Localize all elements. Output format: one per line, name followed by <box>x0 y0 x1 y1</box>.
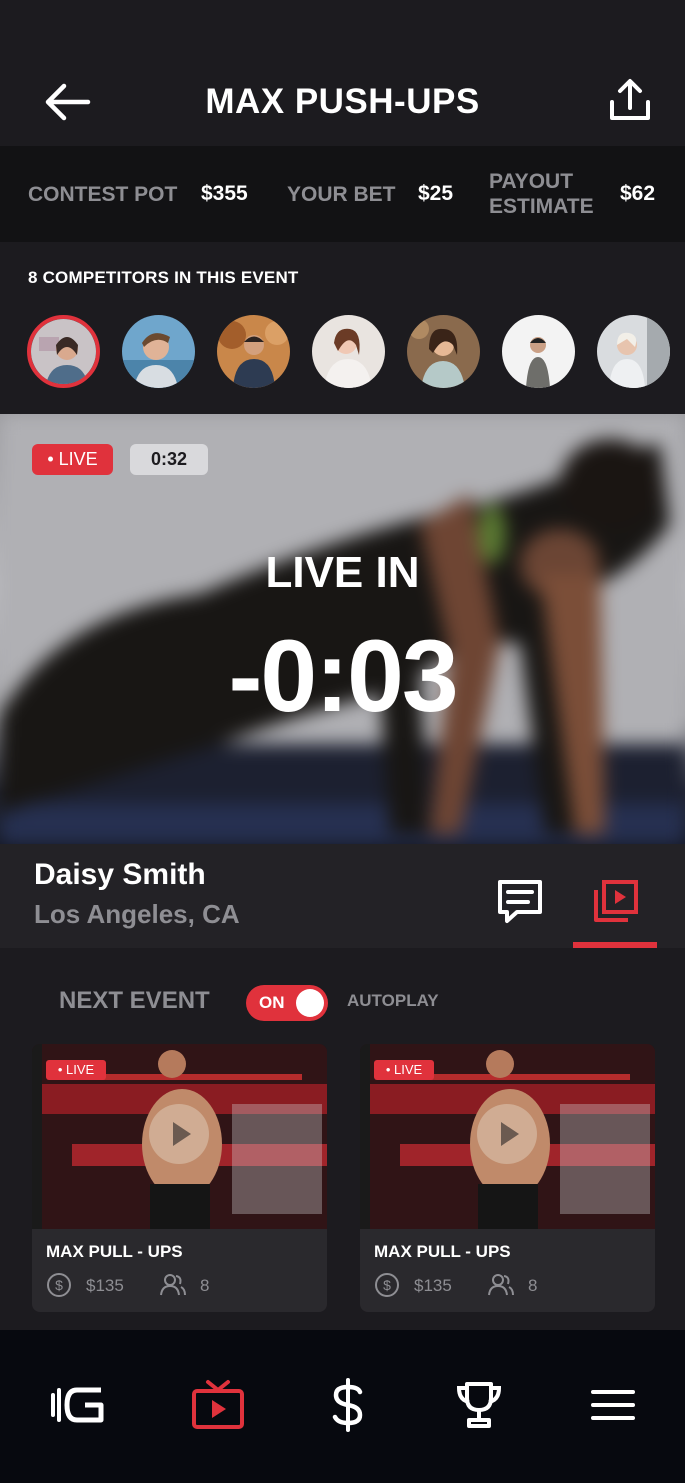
trophy-icon <box>456 1382 502 1428</box>
countdown-timer: -0:03 <box>228 619 458 733</box>
dollar-coin-icon: $ <box>375 1273 399 1297</box>
event-card[interactable]: • LIVE MAX PULL - UPS $ $135 8 <box>32 1044 327 1312</box>
nav-live-tv[interactable] <box>188 1378 248 1432</box>
your-bet-value: $25 <box>418 182 454 205</box>
dollar-icon <box>332 1378 363 1432</box>
avatar[interactable] <box>27 315 100 388</box>
toggle-state: ON <box>259 993 285 1012</box>
event-title: MAX PULL - UPS <box>374 1242 511 1261</box>
avatar-photo <box>407 315 480 388</box>
page-title: MAX PUSH-UPS <box>205 82 480 121</box>
avatar[interactable] <box>122 315 195 388</box>
avatar[interactable] <box>312 315 385 388</box>
logo-icon <box>51 1387 104 1423</box>
athlete-location: Los Angeles, CA <box>34 899 240 929</box>
play-button[interactable] <box>477 1104 537 1164</box>
contest-pot-value: $355 <box>201 182 248 205</box>
payout-value: $62 <box>620 182 656 205</box>
card-live-badge: • LIVE <box>46 1060 106 1080</box>
contest-pot-label: CONTEST POT <box>28 183 178 206</box>
competitors-title: 8 COMPETITORS IN THIS EVENT <box>28 268 299 287</box>
video-list-button[interactable] <box>590 876 642 926</box>
avatar[interactable] <box>217 315 290 388</box>
your-bet-label: YOUR BET <box>287 183 396 206</box>
nav-home-logo[interactable] <box>47 1378 107 1432</box>
live-badge: • LIVE <box>32 444 113 475</box>
dollar-coin-icon: $ <box>47 1273 71 1297</box>
participants-icon <box>160 1274 186 1296</box>
athlete-name: Daisy Smith <box>34 858 206 891</box>
svg-text:$: $ <box>55 1277 63 1293</box>
event-thumbnail: • LIVE <box>360 1044 655 1229</box>
avatar-photo <box>597 315 670 388</box>
event-thumbnail: • LIVE <box>32 1044 327 1229</box>
avatar[interactable] <box>407 315 480 388</box>
chat-button[interactable] <box>495 876 545 926</box>
elapsed-time-badge: 0:32 <box>130 444 208 475</box>
avatar-photo <box>312 315 385 388</box>
event-card[interactable]: • LIVE MAX PULL - UPS $ $135 8 <box>360 1044 655 1312</box>
autoplay-label: AUTOPLAY <box>347 991 439 1010</box>
participants-icon <box>488 1274 514 1296</box>
payout-label-line2: ESTIMATE <box>489 195 594 218</box>
video-library-icon <box>594 880 638 922</box>
avatar-photo <box>217 315 290 388</box>
next-event-label: NEXT EVENT <box>59 987 210 1014</box>
nav-menu[interactable] <box>583 1378 643 1432</box>
nav-wallet[interactable] <box>318 1378 378 1432</box>
nav-leaderboard[interactable] <box>449 1378 509 1432</box>
live-in-label: LIVE IN <box>265 548 420 597</box>
play-icon <box>173 1122 191 1146</box>
toggle-knob <box>296 989 324 1017</box>
share-button[interactable] <box>604 76 656 126</box>
autoplay-toggle[interactable]: ON <box>246 985 328 1021</box>
event-title: MAX PULL - UPS <box>46 1242 183 1261</box>
avatar-photo <box>502 315 575 388</box>
share-icon <box>610 79 650 120</box>
play-button[interactable] <box>149 1104 209 1164</box>
play-icon <box>501 1122 519 1146</box>
top-bar <box>0 0 685 146</box>
avatar[interactable] <box>502 315 575 388</box>
avatar[interactable] <box>597 315 670 388</box>
payout-label-line1: PAYOUT <box>489 170 574 193</box>
card-live-badge: • LIVE <box>374 1060 434 1080</box>
event-participants: 8 <box>528 1276 538 1295</box>
menu-icon <box>591 1390 635 1420</box>
svg-text:$: $ <box>383 1277 391 1293</box>
event-price: $135 <box>414 1276 452 1295</box>
event-price: $135 <box>86 1276 124 1295</box>
tv-icon <box>192 1380 244 1429</box>
avatar-photo <box>122 315 195 388</box>
chat-icon <box>498 880 542 923</box>
event-participants: 8 <box>200 1276 210 1295</box>
